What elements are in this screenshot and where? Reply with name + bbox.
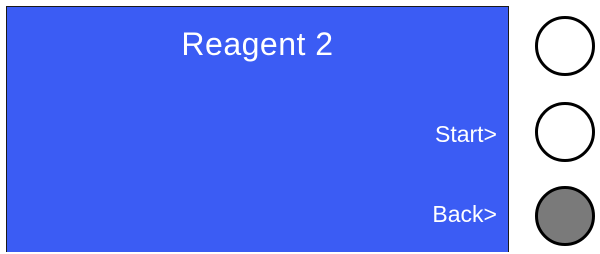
back-softkey-label: Back> (432, 201, 497, 227)
start-hardware-button[interactable] (535, 102, 595, 162)
lcd-screen: Reagent 2 Start> Back> (6, 6, 509, 252)
start-softkey-label: Start> (434, 121, 497, 147)
top-hardware-button[interactable] (535, 16, 595, 76)
screen-title: Reagent 2 (181, 26, 334, 62)
back-hardware-button[interactable] (535, 186, 595, 246)
device-panel: Reagent 2 Start> Back> (0, 0, 600, 254)
